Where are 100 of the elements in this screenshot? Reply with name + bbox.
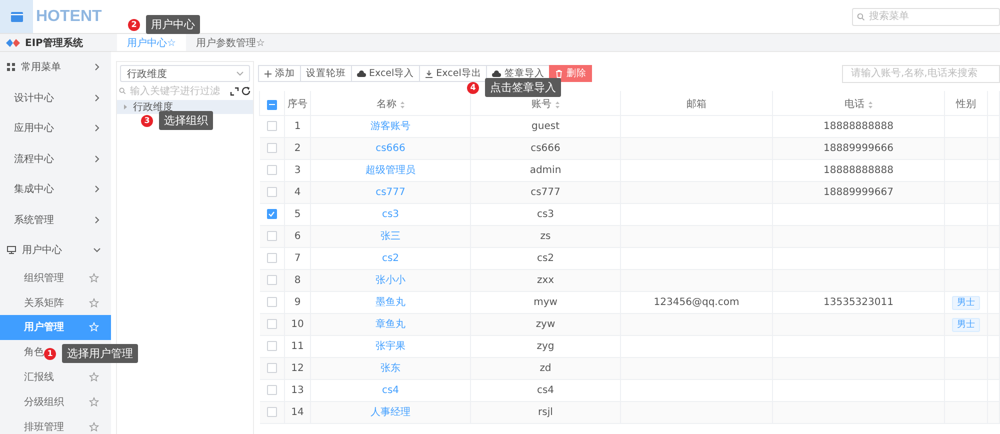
table-cell: zxx: [536, 274, 554, 286]
row-checkbox[interactable]: [266, 363, 277, 374]
menu-group-item[interactable]: 常用菜单: [0, 52, 111, 82]
callout-tooltip: 点击签章导入: [485, 78, 561, 97]
column-header[interactable]: 名称: [376, 100, 404, 110]
dimension-select[interactable]: 行政维度: [120, 65, 250, 82]
menu-item[interactable]: 排班管理: [0, 414, 111, 434]
row-checkbox[interactable]: [266, 275, 277, 286]
menu-group-item[interactable]: 系统管理: [0, 204, 111, 235]
toolbar-button[interactable]: Excel导入: [351, 65, 420, 82]
system-title: EIP管理系统: [25, 36, 83, 50]
star-icon[interactable]: [89, 298, 99, 308]
chevron-right-icon: [93, 94, 101, 102]
user-name-link[interactable]: 墨鱼丸: [376, 296, 406, 308]
tab[interactable]: 用户中心☆: [117, 34, 186, 51]
row-checkbox[interactable]: [266, 143, 277, 154]
grid-icon: [7, 63, 15, 72]
row-checkbox[interactable]: [266, 319, 277, 330]
menu-item[interactable]: 关系矩阵: [0, 290, 111, 316]
toolbar-button[interactable]: Excel导出: [419, 65, 488, 82]
callout-tooltip: 用户中心: [146, 15, 200, 34]
table-cell: zs: [540, 230, 551, 242]
user-name-link[interactable]: 超级管理员: [366, 164, 416, 176]
menu-item[interactable]: 用户管理: [0, 315, 111, 340]
table-cell: 9: [294, 296, 301, 308]
chevron-down-icon: [236, 70, 244, 76]
filter-field[interactable]: 输入关键字进行过滤: [119, 84, 228, 98]
column-header[interactable]: 账号: [532, 100, 560, 110]
sort-icon[interactable]: [554, 101, 560, 109]
tab[interactable]: 用户参数管理☆: [186, 34, 275, 51]
caret-icon: [123, 104, 128, 110]
user-name-link[interactable]: cs3: [382, 208, 400, 220]
gender-tag: 男士: [952, 318, 980, 332]
menu-search-field[interactable]: 搜索菜单: [852, 8, 1000, 26]
search-icon: [119, 87, 126, 95]
user-name-link[interactable]: 张宇果: [376, 340, 406, 352]
row-checkbox[interactable]: [266, 253, 277, 264]
menu-group-item[interactable]: 应用中心: [0, 113, 111, 144]
user-name-link[interactable]: cs4: [382, 384, 400, 396]
table-cell: 11: [291, 340, 304, 352]
user-name-link[interactable]: 张东: [380, 362, 400, 374]
tree-node[interactable]: 行政维度: [117, 100, 253, 114]
step-number-badge: 2: [128, 18, 140, 30]
table-cell: cs4: [536, 384, 554, 396]
chevron-right-icon: [93, 185, 101, 194]
user-name-link[interactable]: 游客账号: [370, 120, 410, 132]
star-icon[interactable]: [89, 422, 99, 432]
row-checkbox[interactable]: [266, 385, 277, 396]
toolbar-button[interactable]: 删除: [549, 65, 592, 82]
menu-group-item[interactable]: 集成中心: [0, 174, 111, 204]
menu-icon: [10, 12, 22, 22]
select-all-checkbox[interactable]: [267, 100, 277, 110]
refresh-icon[interactable]: [241, 86, 251, 96]
table-cell: 1: [294, 120, 301, 132]
plus-icon: [264, 70, 272, 78]
user-name-link[interactable]: cs2: [382, 252, 400, 264]
row-checkbox[interactable]: [266, 187, 277, 198]
table-cell: 13535323011: [824, 296, 894, 308]
table-cell: 4: [294, 186, 301, 198]
table-cell: 2: [294, 142, 301, 154]
user-search-field[interactable]: 请输入账号,名称,电话来搜索: [842, 64, 1000, 82]
row-checkbox[interactable]: [266, 341, 277, 352]
menu-item[interactable]: 汇报线: [0, 364, 111, 390]
menu-button[interactable]: [0, 0, 33, 33]
star-icon[interactable]: [89, 396, 99, 407]
row-checkbox[interactable]: [266, 209, 277, 220]
menu-group-item[interactable]: 流程中心: [0, 144, 111, 174]
row-checkbox[interactable]: [266, 165, 277, 176]
sort-icon[interactable]: [400, 101, 404, 109]
download-icon: [425, 70, 434, 78]
table-cell: guest: [532, 120, 560, 132]
monitor-icon: [7, 246, 16, 254]
menu-group-item[interactable]: 用户中心: [0, 235, 111, 266]
star-icon[interactable]: [89, 272, 99, 283]
column-header[interactable]: 邮箱: [686, 100, 706, 110]
row-checkbox[interactable]: [266, 231, 277, 242]
menu-item[interactable]: 分级组织: [0, 389, 111, 414]
menu-group-item[interactable]: 设计中心: [0, 82, 111, 113]
trash-icon: [555, 70, 564, 78]
table-cell: 18889999667: [824, 186, 894, 198]
table-cell: zyw: [536, 318, 556, 330]
user-name-link[interactable]: 张三: [380, 230, 400, 242]
expand-icon[interactable]: [230, 86, 239, 96]
search-icon: [857, 12, 865, 20]
row-checkbox[interactable]: [266, 297, 277, 308]
table-cell: myw: [534, 296, 558, 308]
chevron-down-icon: [93, 246, 101, 254]
menu-item[interactable]: 组织管理: [0, 266, 111, 290]
chevron-right-icon: [93, 216, 101, 224]
sort-icon[interactable]: [868, 101, 872, 109]
toolbar-button[interactable]: 设置轮班: [300, 65, 352, 82]
star-icon[interactable]: [89, 372, 99, 382]
toolbar-button[interactable]: 添加: [258, 65, 301, 82]
table-cell: 12: [291, 362, 304, 374]
column-header[interactable]: 性别: [956, 100, 976, 110]
table-cell: zyg: [536, 340, 554, 352]
table-cell: 18889999666: [824, 142, 894, 154]
column-header[interactable]: 电话: [844, 100, 872, 110]
row-checkbox[interactable]: [266, 121, 277, 132]
row-checkbox[interactable]: [266, 407, 277, 418]
